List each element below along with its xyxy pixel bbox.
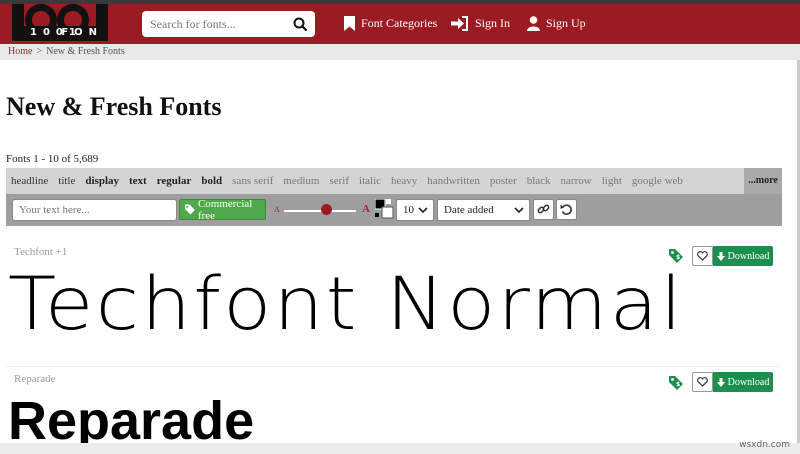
filter-tag-narrow[interactable]: narrow (556, 175, 597, 187)
nav-sign-in[interactable]: Sign In (451, 16, 510, 31)
chevron-down-icon (514, 207, 524, 214)
filter-tag-handwritten[interactable]: handwritten (422, 175, 485, 187)
nav-font-categories[interactable]: Font Categories (344, 16, 437, 31)
filter-tag-light[interactable]: light (597, 175, 627, 187)
filter-tag-heavy[interactable]: heavy (386, 175, 422, 187)
font-size-select[interactable]: 10 (396, 199, 434, 221)
filter-tag-bold[interactable]: bold (196, 175, 227, 187)
site-logo[interactable]: 1001 FONTS (8, 4, 116, 44)
filter-tag-headline[interactable]: headline (6, 175, 53, 187)
breadcrumb-current: New & Fresh Fonts (46, 46, 125, 57)
font-size-small-label: A (274, 205, 280, 214)
user-icon (527, 16, 540, 31)
commercial-free-button[interactable]: Commercial free (179, 197, 266, 222)
download-button[interactable]: Download (713, 246, 773, 266)
heart-icon (697, 377, 708, 387)
download-icon (716, 377, 725, 387)
font-size-slider-handle[interactable] (321, 204, 332, 215)
bookmark-icon (344, 16, 355, 31)
sign-in-icon (451, 16, 468, 31)
site-header: 1001 FONTS Font Categories Sign In Sign … (0, 4, 800, 44)
sort-value: Date added (444, 204, 494, 216)
share-link-button[interactable] (533, 199, 554, 220)
download-label: Download (727, 250, 770, 262)
filter-tag-black[interactable]: black (522, 175, 556, 187)
search-input[interactable] (142, 16, 287, 32)
filter-tag-sans-serif[interactable]: sans serif (227, 175, 278, 187)
favorite-button[interactable] (692, 372, 713, 392)
font-name-techfont[interactable]: Techfont +1 (14, 246, 67, 258)
chevron-down-icon (418, 207, 428, 214)
filter-tag-bar: headline title display text regular bold… (6, 168, 782, 194)
svg-text:$: $ (676, 254, 680, 261)
filter-more-button[interactable]: ...more (744, 168, 782, 194)
logo-text: 1001 FONTS (30, 27, 100, 38)
filter-tag-poster[interactable]: poster (485, 175, 522, 187)
breadcrumb-home[interactable]: Home (8, 46, 32, 57)
preview-tools-bar: Commercial free A A 10 Date added (6, 194, 782, 226)
nav-sign-up[interactable]: Sign Up (527, 16, 586, 31)
result-count: Fonts 1 - 10 of 5,689 (6, 153, 99, 165)
nav-sign-up-label: Sign Up (546, 16, 586, 30)
watermark: wsxdn.com (739, 440, 790, 450)
filter-tag-title[interactable]: title (53, 175, 80, 187)
nav-categories-label: Font Categories (361, 16, 438, 30)
filter-tag-google-web[interactable]: google web (627, 175, 688, 187)
filter-tag-serif[interactable]: serif (324, 175, 354, 187)
heart-icon (697, 251, 708, 261)
search-box (142, 11, 315, 37)
filter-tag-italic[interactable]: italic (354, 175, 386, 187)
reset-button[interactable] (556, 199, 577, 220)
font-size-value: 10 (403, 204, 414, 216)
font-size-large-label: A (362, 203, 370, 215)
filter-tag-display[interactable]: display (80, 175, 124, 187)
commercial-free-label: Commercial free (197, 197, 253, 222)
page-title: New & Fresh Fonts (6, 92, 222, 121)
link-icon (537, 204, 550, 214)
filter-tag-medium[interactable]: medium (278, 175, 324, 187)
preview-text-input[interactable] (12, 199, 177, 221)
color-picker[interactable] (374, 198, 395, 221)
download-button[interactable]: Download (713, 372, 773, 392)
font-preview-techfont[interactable]: Techfont Normal (8, 262, 684, 347)
favorite-button[interactable] (692, 246, 713, 266)
filter-tag-regular[interactable]: regular (152, 175, 197, 187)
filter-tag-text[interactable]: text (124, 175, 152, 187)
font-size-slider[interactable] (284, 210, 356, 212)
font-name-reparade[interactable]: Reparade (14, 373, 56, 385)
card-divider (6, 366, 782, 367)
breadcrumb: Home > New & Fresh Fonts (0, 44, 800, 60)
tag-icon (185, 204, 195, 215)
download-label: Download (727, 376, 770, 388)
nav-sign-in-label: Sign In (475, 16, 511, 30)
sort-select[interactable]: Date added (437, 199, 530, 221)
search-icon[interactable] (293, 17, 307, 31)
commercial-free-tag-icon: $ (669, 376, 683, 390)
breadcrumb-separator: > (36, 46, 43, 57)
download-icon (716, 251, 725, 261)
svg-text:$: $ (676, 381, 680, 388)
undo-icon (560, 204, 572, 215)
horizontal-scrollbar[interactable] (0, 443, 800, 454)
